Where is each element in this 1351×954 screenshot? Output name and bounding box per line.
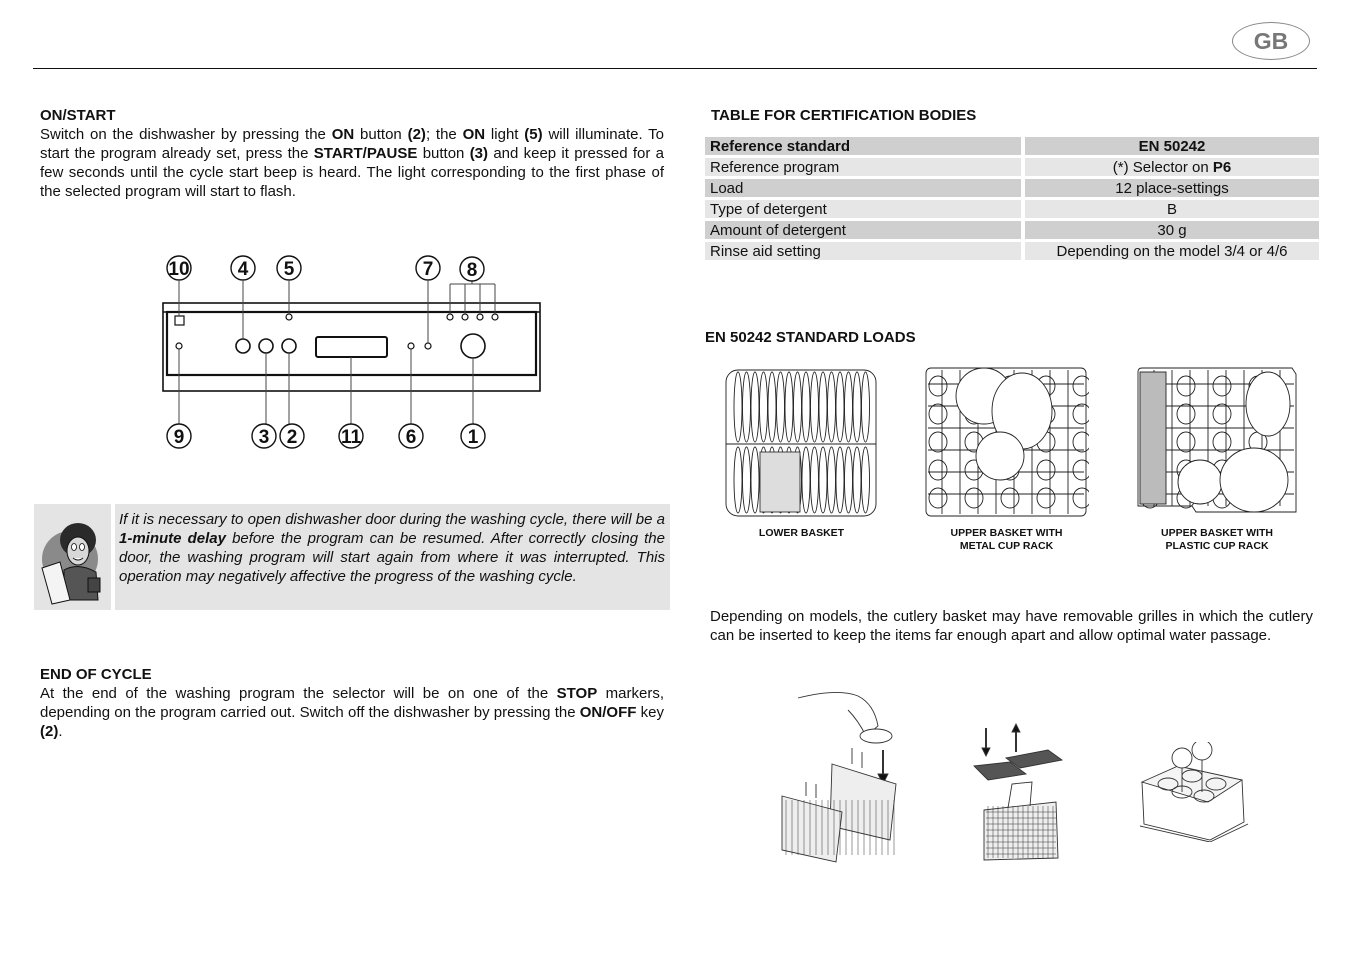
- upper-basket-metal-caption: UPPER BASKET WITH METAL CUP RACK: [950, 527, 1063, 552]
- header-divider: [33, 68, 1317, 69]
- row-label: Rinse aid setting: [705, 242, 1021, 260]
- header-label: Reference standard: [705, 137, 1021, 155]
- row-value: 12 place-settings: [1021, 179, 1319, 197]
- on-start-paragraph: Switch on the dishwasher by pressing the…: [40, 126, 665, 200]
- cert-table-heading: TABLE FOR CERTIFICATION BODIES: [711, 107, 977, 124]
- note-icon-box: [34, 504, 111, 610]
- row-label: Amount of detergent: [705, 221, 1021, 239]
- language-badge-label: GB: [1253, 27, 1289, 54]
- row-label: Type of detergent: [705, 200, 1021, 218]
- label-9: 9: [174, 427, 185, 448]
- label-7: 7: [423, 259, 434, 280]
- language-badge: GB: [1232, 22, 1310, 60]
- label-11: 11: [341, 427, 362, 448]
- label-10: 10: [168, 259, 189, 280]
- lamp-8d: [491, 313, 499, 321]
- button-4: [235, 338, 251, 354]
- control-panel-diagram: 10 4 5 7 8 9 3 2 11 6 1: [162, 255, 541, 449]
- certification-table: Reference standard EN 50242 Reference pr…: [705, 134, 1319, 263]
- lamp-6: [407, 342, 415, 350]
- row-value: Depending on the model 3/4 or 4/6: [1021, 242, 1319, 260]
- row-value: (*) Selector on P6: [1021, 158, 1319, 176]
- table-row: Reference program (*) Selector on P6: [705, 158, 1319, 176]
- upper-basket-plastic-illustration: [1137, 367, 1297, 513]
- row-value: B: [1021, 200, 1319, 218]
- lower-basket-illustration: [725, 369, 877, 517]
- upper-basket-metal-illustration: [925, 367, 1089, 517]
- end-of-cycle-paragraph: At the end of the washing program the se…: [40, 685, 664, 740]
- end-of-cycle-heading: END OF CYCLE: [40, 666, 152, 683]
- lower-basket-caption: LOWER BASKET: [758, 527, 845, 539]
- row-value: 30 g: [1021, 221, 1319, 239]
- table-row: Load 12 place-settings: [705, 179, 1319, 197]
- cutlery-basket-grilles-illustration: [973, 722, 1064, 861]
- on-start-heading: ON/START: [40, 107, 116, 124]
- selector-knob-1: [460, 333, 486, 359]
- button-3: [258, 338, 274, 354]
- table-row: Type of detergent B: [705, 200, 1319, 218]
- display-11: [315, 336, 388, 358]
- label-6: 6: [406, 427, 417, 448]
- cup-holder-insert-illustration: [1139, 742, 1249, 842]
- cutlery-paragraph: Depending on models, the cutlery basket …: [710, 608, 1313, 644]
- warning-person-icon: [41, 523, 101, 605]
- lamp-9: [175, 342, 183, 350]
- lamp-8b: [461, 313, 469, 321]
- lamp-8c: [476, 313, 484, 321]
- button-2: [281, 338, 297, 354]
- header-value: EN 50242: [1021, 137, 1319, 155]
- label-1: 1: [468, 427, 479, 448]
- cutlery-basket-grille-insert-illustration: [781, 692, 897, 863]
- upper-basket-plastic-caption: UPPER BASKET WITH PLASTIC CUP RACK: [1160, 527, 1273, 552]
- table-header-row: Reference standard EN 50242: [705, 137, 1319, 155]
- table-row: Amount of detergent 30 g: [705, 221, 1319, 239]
- label-3: 3: [259, 427, 270, 448]
- lamp-7: [424, 342, 432, 350]
- lamp-8a: [446, 313, 454, 321]
- table-row: Rinse aid setting Depending on the model…: [705, 242, 1319, 260]
- row-label: Load: [705, 179, 1021, 197]
- note-paragraph: If it is necessary to open dishwasher do…: [119, 511, 665, 585]
- label-8: 8: [467, 260, 478, 281]
- lamp-5: [285, 313, 293, 321]
- row-label: Reference program: [705, 158, 1021, 176]
- indicator-10-square: [174, 315, 185, 326]
- standard-loads-heading: EN 50242 STANDARD LOADS: [705, 329, 916, 346]
- label-4: 4: [238, 259, 249, 280]
- label-5: 5: [284, 259, 295, 280]
- label-2: 2: [287, 427, 298, 448]
